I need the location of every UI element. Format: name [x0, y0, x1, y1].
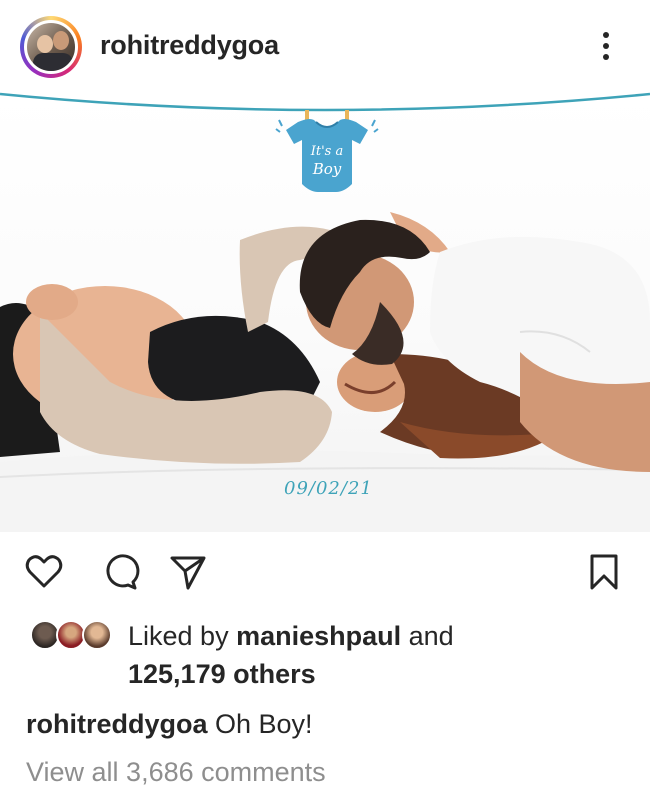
photo-illustration: It's a Boy	[0, 92, 650, 532]
profile-avatar[interactable]	[20, 16, 82, 78]
caption-username[interactable]: rohitreddygoa	[26, 709, 208, 739]
likes-suffix: and	[401, 621, 454, 651]
likes-count[interactable]: 125,179 others	[128, 656, 316, 692]
onesie-text-line2: Boy	[312, 160, 342, 178]
post-header: rohitreddygoa	[0, 0, 650, 92]
post-username[interactable]: rohitreddygoa	[100, 30, 279, 61]
onesie-graphic: It's a Boy	[275, 110, 379, 192]
view-comments-link[interactable]: View all 3,686 comments	[26, 754, 326, 790]
liked-by-user[interactable]: manieshpaul	[236, 621, 401, 651]
comment-bubble-icon[interactable]	[100, 552, 140, 592]
liker-avatar[interactable]	[82, 620, 112, 650]
likes-text[interactable]: Liked by manieshpaul and	[128, 618, 454, 654]
clothesline	[0, 92, 650, 112]
avatar-image	[24, 20, 78, 74]
onesie-text-line1: It's a	[310, 144, 344, 159]
date-overlay: 09/02/21	[284, 478, 373, 499]
post-actions	[0, 544, 650, 604]
heart-icon[interactable]	[24, 552, 64, 592]
more-options-icon[interactable]	[596, 26, 616, 66]
paper-plane-icon[interactable]	[168, 552, 208, 592]
likes-section: Liked by manieshpaul and 125,179 others	[0, 612, 650, 692]
post-photo[interactable]: It's a Boy 09/02/21	[0, 92, 650, 532]
likes-prefix: Liked by	[128, 621, 237, 651]
bookmark-icon[interactable]	[584, 552, 624, 592]
caption-text: Oh Boy!	[207, 709, 313, 739]
post-caption: rohitreddygoa Oh Boy!	[26, 706, 313, 742]
